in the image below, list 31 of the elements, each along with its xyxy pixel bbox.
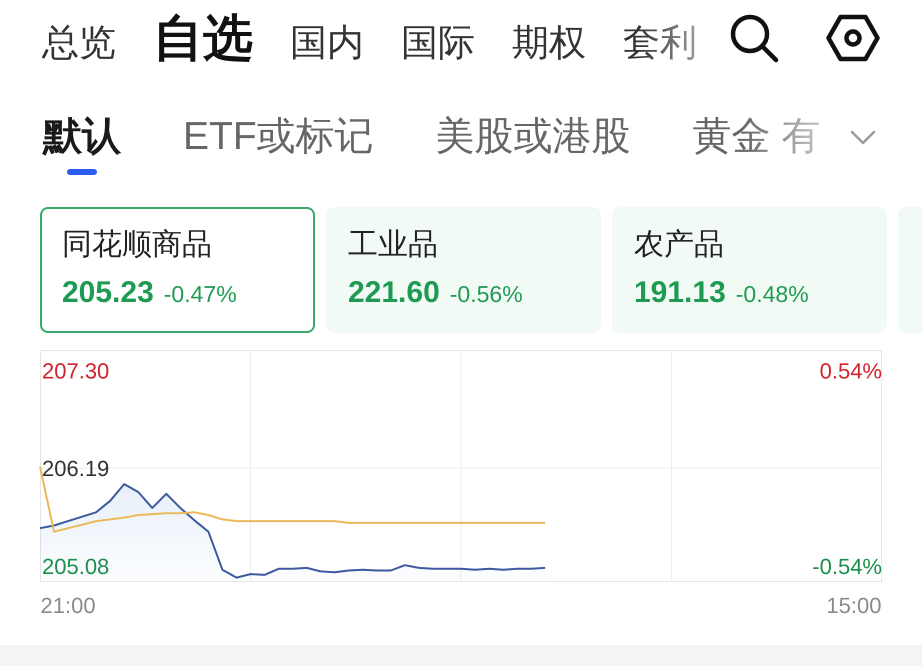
- index-price: 205.23: [62, 274, 154, 311]
- nav-tab[interactable]: 套利: [623, 21, 697, 66]
- x-axis-label: 21:00: [40, 592, 96, 618]
- index-name: 农产品: [634, 226, 725, 263]
- index-price: 221.60: [348, 274, 440, 311]
- index-card[interactable]: 同花顺商品 205.23 -0.47%: [40, 206, 315, 333]
- nav-tab[interactable]: 国际: [401, 21, 475, 66]
- search-icon[interactable]: [728, 12, 780, 64]
- index-change: -0.56%: [450, 280, 523, 308]
- index-change: -0.48%: [736, 280, 809, 308]
- category-tab[interactable]: 黄金 有: [692, 112, 822, 175]
- nav-tab[interactable]: 国内: [290, 21, 364, 66]
- x-axis-label: 15:00: [826, 592, 882, 618]
- chevron-down-icon[interactable]: [850, 130, 876, 146]
- index-name: 同花顺商品: [62, 226, 213, 263]
- index-name: 工业品: [348, 226, 439, 263]
- index-card[interactable]: 工业品 221.60 -0.56%: [326, 206, 601, 333]
- percent-change-label: -0.54%: [812, 554, 882, 579]
- category-tab[interactable]: ETF或标记: [182, 112, 375, 175]
- nav-tab[interactable]: 期权: [512, 21, 586, 66]
- category-tab[interactable]: 美股或港股: [434, 112, 632, 175]
- y-axis-label: 205.08: [42, 554, 110, 579]
- index-price: 191.13: [634, 274, 726, 311]
- percent-change-label: 0.54%: [820, 358, 882, 383]
- y-axis-label: 207.30: [42, 358, 110, 383]
- settings-icon[interactable]: [826, 14, 880, 62]
- y-axis-label: 206.19: [42, 456, 110, 481]
- nav-tab[interactable]: 自选: [153, 8, 253, 68]
- index-card[interactable]: 农产品 191.13 -0.48%: [612, 206, 887, 333]
- index-change: -0.47%: [164, 280, 237, 308]
- category-tab[interactable]: 默认: [42, 112, 122, 175]
